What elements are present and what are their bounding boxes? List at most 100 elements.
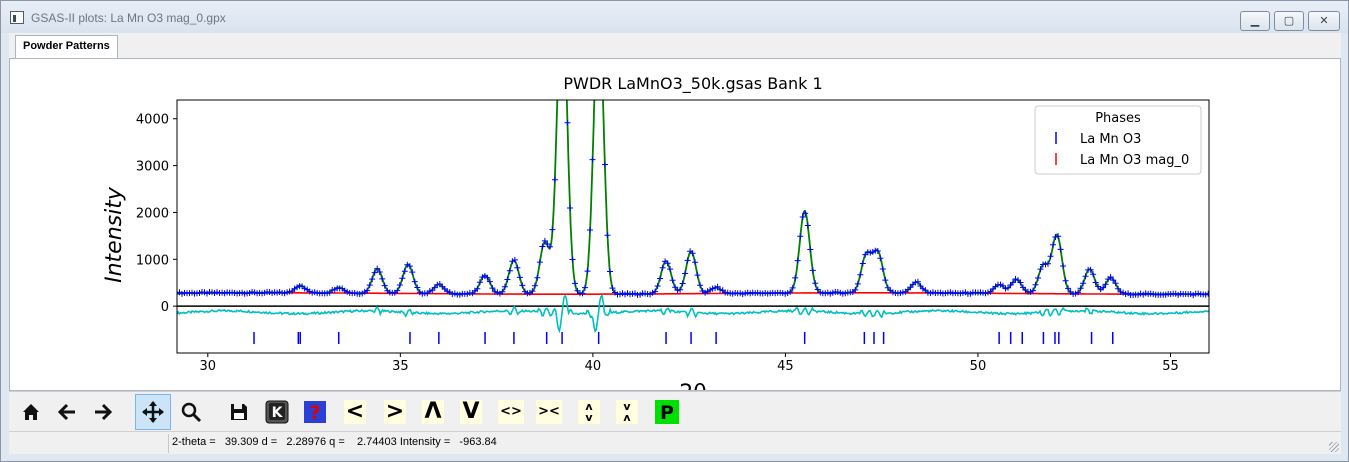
observed-point <box>804 222 811 229</box>
legend: Phases La Mn O3 La Mn O3 mag_0 <box>1034 105 1202 175</box>
shift-up-button[interactable]: Λ <box>415 394 451 430</box>
observed-point <box>1050 241 1056 248</box>
svg-text:P: P <box>660 402 674 424</box>
expand-horizontal-icon: <> <box>498 400 524 424</box>
help-button[interactable]: ? <box>297 394 333 430</box>
observed-point <box>1082 273 1089 280</box>
observed-point <box>366 282 373 289</box>
calculated-curve <box>177 100 1209 296</box>
y-tick-label: 4000 <box>136 113 169 128</box>
minimize-button[interactable]: ▁ <box>1240 11 1270 31</box>
observed-point <box>589 156 596 163</box>
observed-point <box>506 267 513 274</box>
legend-entry: La Mn O3 <box>1080 132 1141 147</box>
legend-title: Phases <box>1095 111 1141 126</box>
key-button[interactable]: K <box>259 394 295 430</box>
observed-point <box>531 282 538 289</box>
contract-horizontal-icon: >< <box>536 400 562 424</box>
observed-point <box>1047 253 1054 260</box>
observed-point <box>555 93 561 99</box>
svg-text:K: K <box>272 405 284 421</box>
status-bar: 2-theta = 39.309 d = 2.28976 q = 2.74403… <box>9 431 1341 454</box>
observed-point <box>607 268 613 275</box>
observed-point <box>569 256 576 263</box>
status-field-empty <box>9 434 169 453</box>
observed-point <box>797 233 804 240</box>
contract-x-button[interactable]: >< <box>531 394 567 430</box>
title-bar[interactable]: GSAS-II plots: La Mn O3 mag_0.gpx ▁ ▢ ✕ <box>1 1 1348 33</box>
arrow-right-icon <box>92 401 114 423</box>
chart-title: PWDR LaMnO3_50k.gsas Bank 1 <box>563 74 822 94</box>
contract-y-button[interactable]: v ʌ <box>609 394 645 430</box>
resize-grip[interactable] <box>1329 442 1339 452</box>
observed-point <box>602 161 608 168</box>
observed-point <box>1057 246 1064 253</box>
observed-point <box>794 257 801 264</box>
shift-right-button[interactable]: > <box>377 394 413 430</box>
close-icon: ✕ <box>1319 14 1329 27</box>
observed-point <box>807 246 814 253</box>
observed-point <box>549 226 556 233</box>
cursor-readout: 2-theta = 39.309 d = 2.28976 q = 2.74403… <box>172 436 497 448</box>
y-axis-label: Intensity <box>102 186 127 283</box>
plot-toolbar: K? < > Λ V <> >< ʌ vv ʌP <box>9 391 1341 431</box>
shift-down-button[interactable]: V <box>453 394 489 430</box>
observed-point <box>1035 275 1041 281</box>
home-button[interactable] <box>13 394 49 430</box>
observed-point <box>882 277 889 284</box>
pan-button[interactable] <box>135 394 171 430</box>
home-icon <box>20 401 42 423</box>
observed-point <box>1062 277 1069 284</box>
plot-panel: PWDR LaMnO3_50k.gsas Bank 1 30 35 40 45 50 55 0… <box>9 58 1341 406</box>
shift-left-button[interactable]: < <box>337 394 373 430</box>
observed-point <box>519 282 526 289</box>
publish-p-icon: P <box>655 400 679 424</box>
maximize-button[interactable]: ▢ <box>1274 11 1304 31</box>
zoom-button[interactable] <box>173 394 209 430</box>
expand-x-button[interactable]: <> <box>493 394 529 430</box>
key-k-icon: K <box>265 400 289 424</box>
app-window: GSAS-II plots: La Mn O3 mag_0.gpx ▁ ▢ ✕ … <box>0 0 1349 462</box>
observed-point <box>1032 281 1039 288</box>
plot-series <box>177 93 1209 344</box>
reflection-ticks-phase1 <box>253 332 1114 344</box>
save-button[interactable] <box>221 394 257 430</box>
observed-point <box>369 276 376 283</box>
observed-point <box>604 232 611 239</box>
back-button[interactable] <box>49 394 85 430</box>
question-icon: ? <box>303 400 327 424</box>
shift-right-icon: > <box>384 399 406 424</box>
forward-button[interactable] <box>85 394 121 430</box>
observed-point <box>669 277 676 284</box>
observed-point <box>854 280 861 287</box>
observed-point <box>697 282 704 289</box>
shift-up-icon: Λ <box>422 400 444 424</box>
contract-vertical-icon: v ʌ <box>616 400 638 424</box>
expand-y-button[interactable]: ʌ v <box>571 394 607 430</box>
observed-point <box>877 255 884 262</box>
powder-pattern-plot[interactable]: PWDR LaMnO3_50k.gsas Bank 1 30 35 40 45 50 55 0… <box>10 59 1340 406</box>
minimize-icon: ▁ <box>1250 14 1260 27</box>
observed-point <box>792 274 799 281</box>
observed-point <box>879 266 886 272</box>
observed-point <box>694 272 701 279</box>
magnifier-icon <box>180 401 202 423</box>
observed-point <box>401 268 408 275</box>
publish-button[interactable]: P <box>649 394 685 430</box>
observed-point <box>504 276 511 283</box>
tab-powder-patterns[interactable]: Powder Patterns <box>15 35 118 59</box>
app-icon <box>10 11 24 24</box>
observed-point <box>809 267 816 274</box>
observed-point <box>411 278 418 285</box>
shift-down-icon: V <box>460 400 482 424</box>
svg-text:?: ? <box>309 402 320 424</box>
close-button[interactable]: ✕ <box>1308 11 1340 31</box>
y-tick-label: 0 <box>161 300 169 315</box>
observed-point <box>536 259 543 266</box>
maximize-icon: ▢ <box>1283 14 1295 27</box>
x-tick-label: 50 <box>970 359 987 374</box>
observed-point <box>409 269 416 276</box>
x-tick-label: 30 <box>200 359 217 374</box>
observed-point <box>657 275 664 282</box>
observed-point <box>534 274 541 281</box>
